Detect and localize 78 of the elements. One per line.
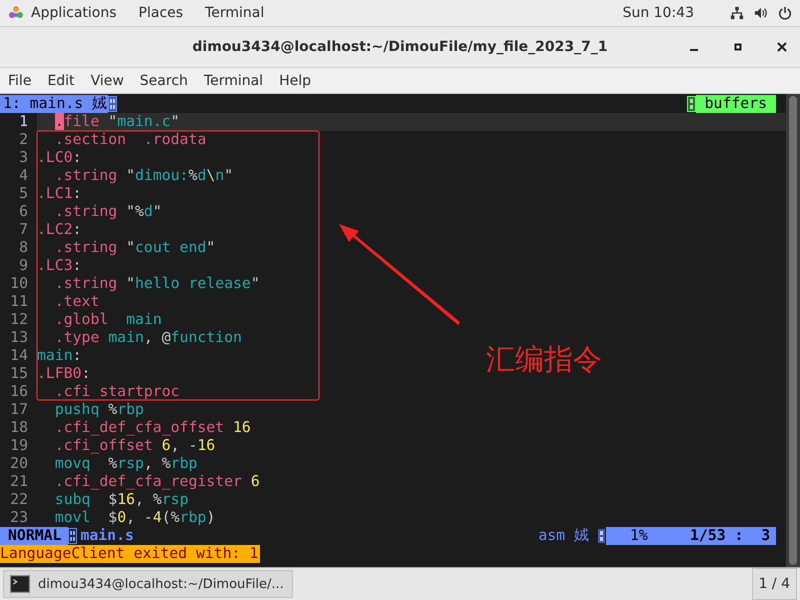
code-line: subq $16, %rsp [54,491,188,509]
cursor-position: 1/53 : 3 [690,527,770,545]
code-line: movq %rsp, %rbp [54,455,198,473]
line-number: 9 [18,257,29,275]
line-number: 7 [18,221,29,239]
percent-label: 1% [630,527,649,545]
code-line: .file "main.c" [54,113,180,131]
code-line: movl $0, -4(%rbp) [54,509,216,527]
scrollbar[interactable] [786,94,800,567]
menu-item[interactable]: Help [279,72,311,88]
line-number: 11 [9,293,29,311]
line-number: 1 [18,113,29,131]
mode-indicator: NORMAL [0,527,68,545]
code-line: main: [37,347,82,365]
missing-glyph-icon [68,528,78,544]
menu-item[interactable]: View [90,72,124,88]
code-line: .LC0: [37,149,82,167]
missing-glyph-icon [686,96,696,112]
menu-item[interactable]: File [8,72,32,88]
line-number: 18 [9,419,29,437]
buffer-tab[interactable]: 1: main.s 娀 [0,95,108,113]
menu-item[interactable]: Search [140,72,188,88]
line-number: 2 [18,131,29,149]
top-menu[interactable]: Terminal [205,5,264,21]
code-line: .text [54,293,100,311]
line-number: 6 [18,203,29,221]
power-icon[interactable] [778,6,792,20]
top-menu[interactable]: Applications [31,5,117,21]
line-number: 20 [9,455,29,473]
line-number: 19 [9,437,29,455]
line-number: 17 [9,401,29,419]
missing-glyph-icon [108,96,118,112]
code-line: .cfi_def_cfa_register 6 [54,473,260,491]
window-title: dimou3434@localhost:~/DimouFile/my_file_2023_7_1 [192,39,608,55]
code-line: .section .rodata [54,131,206,149]
line-number: 23 [9,509,29,527]
code-line: .type main, @function [54,329,242,347]
line-number: 21 [9,473,29,491]
menu-item[interactable]: Edit [47,72,75,88]
line-number: 10 [9,275,29,293]
code-line: .LC2: [37,221,82,239]
missing-glyph-icon [597,528,606,544]
line-number: 15 [9,365,29,383]
line-number: 12 [9,311,29,329]
code-line: .globl main [54,311,162,329]
line-number: 14 [9,347,29,365]
volume-icon[interactable] [754,6,768,20]
code-line: .LFB0: [37,365,90,383]
code-line: .string "cout end" [54,239,216,257]
line-number: 13 [9,329,29,347]
terminal-icon [10,575,30,593]
line-number: 16 [9,383,29,401]
annotation-label: 汇编指令 [486,341,602,378]
line-number: 5 [18,185,29,203]
line-number: 22 [9,491,29,509]
clock[interactable]: Sun 10:43 [622,5,694,21]
file-name: main.s [80,527,134,545]
code-line: .LC1: [37,185,82,203]
workspace-indicator[interactable]: 1 / 4 [752,568,797,600]
buffers-label: buffers [696,95,776,113]
code-line: .string "dimou:%d\n" [54,167,234,185]
filetype-label: asm 娀 [538,527,589,545]
code-line: .LC3: [37,257,82,275]
code-line: .string "hello release" [54,275,260,293]
top-menu[interactable]: Places [138,5,184,21]
line-number: 8 [18,239,29,257]
network-icon[interactable] [730,6,744,20]
menu-item[interactable]: Terminal [204,72,264,88]
code-line: .cfi_offset 6, -16 [54,437,216,455]
apps-icon[interactable] [8,5,24,21]
error-message: LanguageClient exited with: 1 [0,545,260,563]
line-number: 4 [18,167,29,185]
code-line: .string "%d" [54,203,162,221]
taskbar-button[interactable]: dimou3434@localhost:~/DimouFile/... [3,570,293,598]
code-line: pushq %rbp [54,401,144,419]
code-line: .cfi_def_cfa_offset 16 [54,419,251,437]
line-number: 3 [18,149,29,167]
code-line: .cfi startproc [54,383,180,401]
